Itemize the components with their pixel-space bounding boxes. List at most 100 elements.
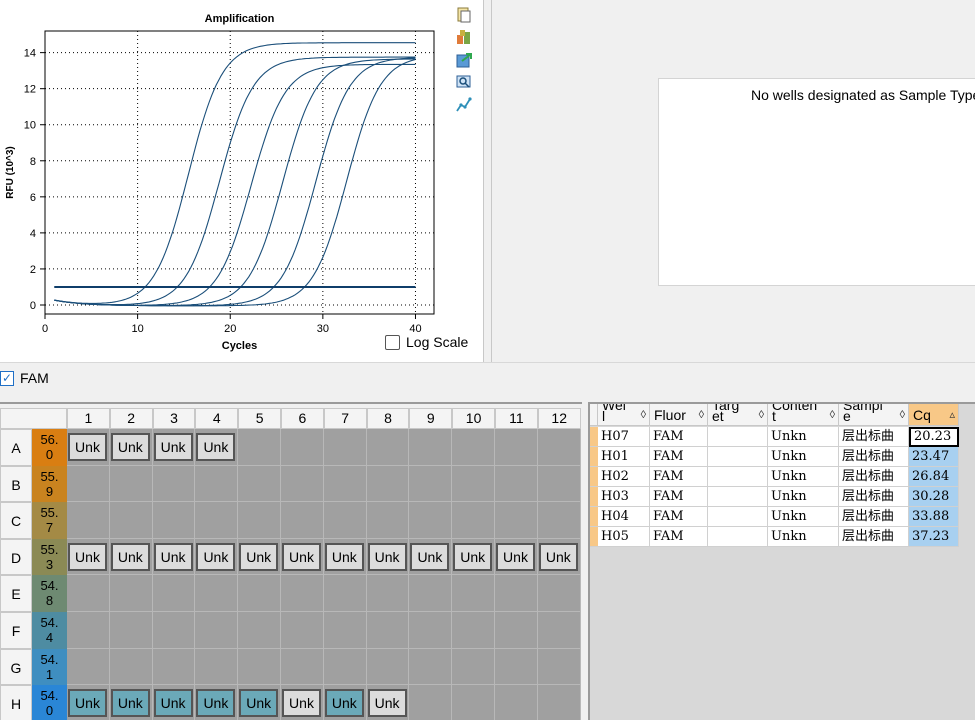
well-unknown-label[interactable]: Unk	[324, 689, 364, 718]
plate-well[interactable]	[238, 648, 281, 686]
plate-well[interactable]	[409, 612, 453, 649]
plate-column-header[interactable]: 12	[537, 408, 581, 429]
table-cell[interactable]	[708, 467, 768, 487]
sort-icon[interactable]: ◊	[900, 404, 905, 425]
table-cell[interactable]: H07	[598, 427, 650, 447]
plate-column-header[interactable]: 1	[67, 408, 110, 429]
table-cell[interactable]: 层出标曲	[839, 487, 909, 507]
plate-well[interactable]	[195, 502, 239, 539]
plate-well[interactable]: Unk	[409, 538, 453, 576]
well-unknown-label[interactable]: Unk	[110, 689, 150, 718]
plate-well[interactable]	[67, 648, 110, 686]
sort-ascending-icon[interactable]: ▵	[949, 404, 955, 425]
table-cell[interactable]: 37.23	[909, 527, 959, 547]
table-cell[interactable]: 23.47	[909, 447, 959, 467]
table-cell[interactable]: H02	[598, 467, 650, 487]
plate-well[interactable]	[152, 575, 196, 612]
table-header-3[interactable]: Conten t ◊	[768, 404, 839, 426]
plate-well[interactable]	[495, 575, 538, 612]
plate-row-header[interactable]: F	[0, 612, 32, 649]
table-cell[interactable]: H05	[598, 527, 650, 547]
plate-well[interactable]	[152, 612, 196, 649]
plate-well[interactable]	[195, 575, 239, 612]
well-unknown-label[interactable]: Unk	[410, 542, 450, 571]
plate-well[interactable]	[323, 612, 367, 649]
plate-well[interactable]: Unk	[537, 538, 581, 576]
table-row-marker[interactable]	[590, 427, 598, 447]
table-row-marker[interactable]	[590, 507, 598, 527]
plate-well[interactable]: Unk	[366, 685, 410, 720]
plate-well[interactable]	[281, 502, 324, 539]
plate-well[interactable]	[366, 429, 410, 466]
plate-well[interactable]	[452, 429, 495, 466]
well-unknown-label[interactable]: Unk	[153, 542, 193, 571]
plate-well[interactable]	[323, 648, 367, 686]
plate-well[interactable]	[109, 502, 153, 539]
table-cell[interactable]: 层出标曲	[839, 427, 909, 447]
well-unknown-label[interactable]: Unk	[282, 542, 321, 571]
plate-well[interactable]	[323, 502, 367, 539]
plate-well[interactable]	[195, 465, 239, 503]
plate-well[interactable]: Unk	[495, 538, 538, 576]
well-unknown-label[interactable]: Unk	[68, 689, 107, 718]
table-header-0[interactable]: Wel l ◊	[598, 404, 650, 426]
plate-column-header[interactable]: 10	[452, 408, 495, 429]
plate-well[interactable]	[238, 575, 281, 612]
copy-icon[interactable]	[455, 6, 473, 24]
plate-well[interactable]: Unk	[67, 538, 110, 576]
table-cell[interactable]: Unkn	[768, 447, 839, 467]
plate-well[interactable]	[366, 502, 410, 539]
plate-well[interactable]: Unk	[366, 538, 410, 576]
sort-icon[interactable]: ◊	[759, 404, 764, 425]
plate-well[interactable]	[366, 648, 410, 686]
well-unknown-label[interactable]: Unk	[282, 689, 321, 718]
well-unknown-label[interactable]: Unk	[453, 542, 493, 571]
plate-well[interactable]	[109, 465, 153, 503]
table-cell[interactable]: 33.88	[909, 507, 959, 527]
plate-well[interactable]	[238, 502, 281, 539]
plate-well[interactable]	[452, 612, 495, 649]
table-cell[interactable]: Unkn	[768, 527, 839, 547]
plate-well[interactable]: Unk	[67, 685, 110, 720]
plate-row-header[interactable]: B	[0, 465, 32, 503]
plate-well[interactable]: Unk	[152, 538, 196, 576]
plate-well[interactable]	[366, 612, 410, 649]
table-header-5[interactable]: Cq ▵	[909, 404, 959, 426]
export-icon[interactable]	[455, 28, 473, 46]
well-unknown-label[interactable]: Unk	[196, 542, 236, 571]
well-unknown-label[interactable]: Unk	[68, 433, 107, 461]
plate-column-header[interactable]: 11	[495, 408, 538, 429]
plate-well[interactable]	[109, 612, 153, 649]
plate-well[interactable]	[537, 612, 581, 649]
table-cell[interactable]: 20.23	[909, 427, 959, 447]
well-unknown-label[interactable]: Unk	[367, 542, 407, 571]
sort-icon[interactable]: ◊	[699, 404, 704, 425]
table-row-marker[interactable]	[590, 447, 598, 467]
plate-well[interactable]: Unk	[238, 538, 281, 576]
plate-well[interactable]	[452, 502, 495, 539]
table-cell[interactable]: 层出标曲	[839, 527, 909, 547]
table-cell[interactable]	[708, 527, 768, 547]
sort-icon[interactable]: ◊	[641, 404, 646, 425]
well-unknown-label[interactable]: Unk	[538, 542, 578, 571]
plate-well[interactable]	[409, 648, 453, 686]
table-cell[interactable]: FAM	[650, 427, 708, 447]
plate-well[interactable]	[281, 429, 324, 466]
table-cell[interactable]	[708, 427, 768, 447]
plate-well[interactable]	[238, 612, 281, 649]
fam-checkbox[interactable]: ✓	[0, 371, 14, 386]
panel-splitter[interactable]	[484, 0, 492, 362]
plate-well[interactable]	[281, 612, 324, 649]
plate-well[interactable]	[281, 648, 324, 686]
plate-well[interactable]	[495, 685, 538, 720]
table-cell[interactable]: FAM	[650, 467, 708, 487]
table-cell[interactable]: 层出标曲	[839, 467, 909, 487]
plate-well[interactable]	[409, 502, 453, 539]
plate-column-header[interactable]: 2	[109, 408, 153, 429]
plate-column-header[interactable]: 7	[323, 408, 367, 429]
plate-well[interactable]: Unk	[67, 429, 110, 466]
plate-well[interactable]	[452, 465, 495, 503]
plate-well[interactable]	[452, 575, 495, 612]
plate-well[interactable]	[452, 685, 495, 720]
plate-well[interactable]	[281, 465, 324, 503]
